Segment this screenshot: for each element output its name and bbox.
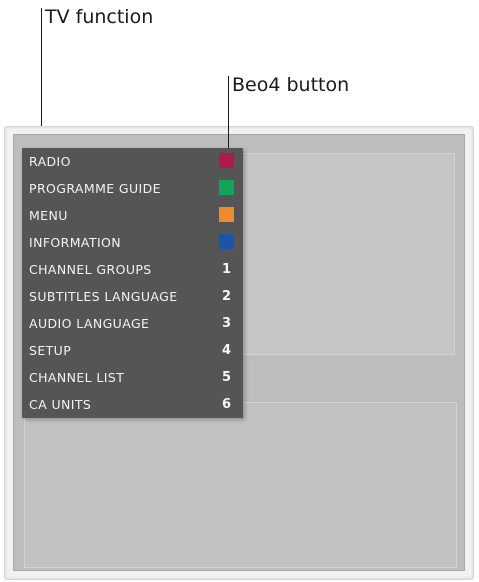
menu-item-label: CHANNEL LIST [29,370,125,385]
beo4-button-label: Beo4 button [232,74,350,96]
number-key-1: 1 [221,262,232,277]
red-button-icon [219,153,234,168]
menu-item-label: SUBTITLES LANGUAGE [29,289,178,304]
illustration-root: TV function Beo4 button RADIO PROGRAMME … [0,0,479,582]
menu-item-information[interactable]: INFORMATION [22,229,243,256]
menu-item-audio-language[interactable]: AUDIO LANGUAGE 3 [22,310,243,337]
menu-item-label: CHANNEL GROUPS [29,262,152,277]
menu-item-label: SETUP [29,343,72,358]
menu-item-subtitles-language[interactable]: SUBTITLES LANGUAGE 2 [22,283,243,310]
green-button-icon [219,180,234,195]
menu-item-label: RADIO [29,154,71,169]
yellow-button-icon [219,207,234,222]
screen-panel-top [239,153,455,355]
menu-item-label: INFORMATION [29,235,122,250]
blue-button-icon [219,234,234,249]
menu-item-label: PROGRAMME GUIDE [29,181,161,196]
tv-function-label: TV function [45,6,154,28]
beo4-button-callout-line [228,76,229,153]
number-key-3: 3 [221,316,232,331]
menu-item-radio[interactable]: RADIO [22,148,243,175]
number-key-5: 5 [221,370,232,385]
menu-item-ca-units[interactable]: CA UNITS 6 [22,391,243,418]
menu-item-label: MENU [29,208,68,223]
screen-panel-bottom [24,402,457,568]
menu-item-label: CA UNITS [29,397,92,412]
tv-function-menu: RADIO PROGRAMME GUIDE MENU INFORMATION C… [22,148,243,418]
number-key-6: 6 [221,397,232,412]
number-key-2: 2 [221,289,232,304]
menu-item-menu[interactable]: MENU [22,202,243,229]
number-key-4: 4 [221,343,232,358]
menu-item-setup[interactable]: SETUP 4 [22,337,243,364]
menu-item-programme-guide[interactable]: PROGRAMME GUIDE [22,175,243,202]
menu-item-channel-list[interactable]: CHANNEL LIST 5 [22,364,243,391]
menu-item-channel-groups[interactable]: CHANNEL GROUPS 1 [22,256,243,283]
menu-item-label: AUDIO LANGUAGE [29,316,150,331]
